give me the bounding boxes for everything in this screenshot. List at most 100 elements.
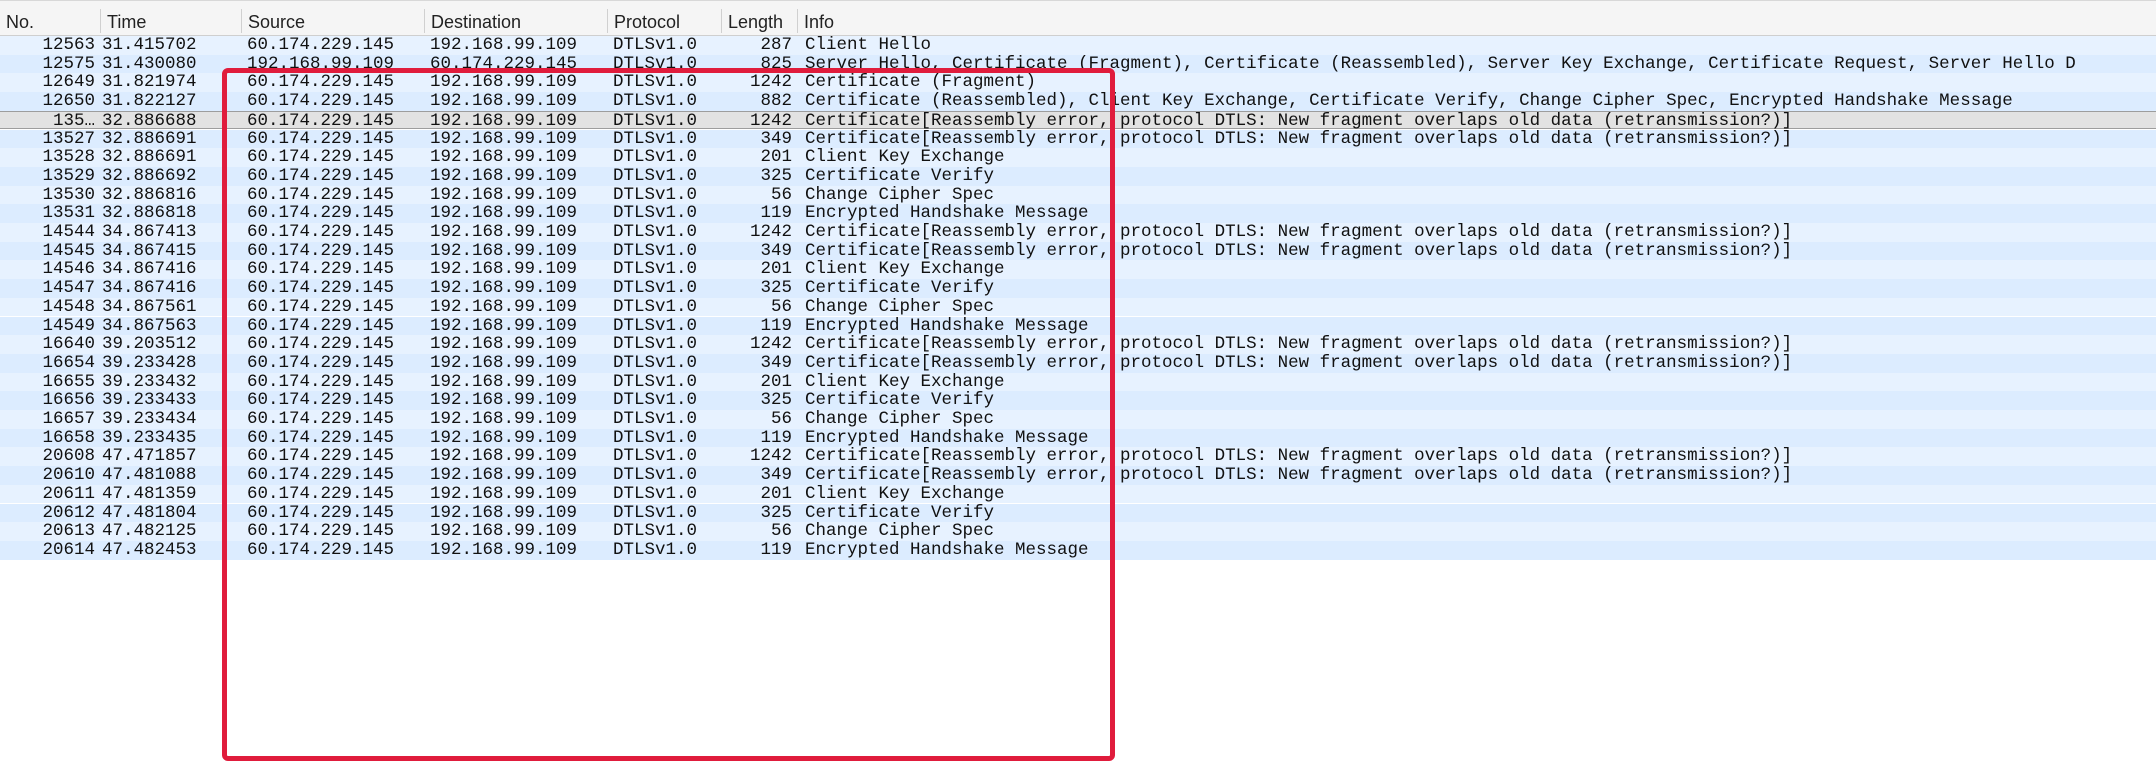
- packet-destination: 192.168.99.109: [430, 166, 578, 186]
- packet-protocol: DTLSv1.0: [613, 36, 698, 55]
- packet-length: 119: [760, 540, 792, 560]
- packet-number: 135…: [52, 111, 95, 131]
- packet-length: 349: [760, 353, 792, 373]
- packet-row[interactable]: 14546 34.867416 60.174.229.145 192.168.99.1…: [0, 260, 2156, 280]
- packet-info: Certificate Verify: [805, 166, 995, 186]
- packet-destination: 192.168.99.109: [430, 185, 578, 205]
- packet-source: 60.174.229.145: [247, 166, 395, 186]
- packet-protocol: DTLSv1.0: [613, 316, 698, 336]
- packet-destination: 192.168.99.109: [430, 260, 578, 280]
- packet-row[interactable]: 16657 39.233434 60.174.229.145 192.168.99.1…: [0, 410, 2156, 429]
- packet-number: 20611: [42, 484, 95, 504]
- packet-number: 13529: [42, 166, 95, 186]
- packet-row[interactable]: 16655 39.233432 60.174.229.145 192.168.99.1…: [0, 372, 2156, 392]
- column-header-destination[interactable]: Destination: [425, 1, 605, 36]
- packet-destination: 192.168.99.109: [430, 111, 578, 131]
- packet-time: 32.886818: [102, 204, 197, 223]
- packet-number: 20612: [42, 503, 95, 523]
- packet-row[interactable]: 14545 34.867415 60.174.229.145 192.168.99.1…: [0, 241, 2156, 261]
- packet-number: 20610: [42, 466, 95, 485]
- column-header-source[interactable]: Source: [242, 1, 422, 36]
- packet-time: 34.867416: [102, 260, 197, 280]
- packet-source: 60.174.229.145: [247, 410, 395, 429]
- packet-row[interactable]: 13528 32.886691 60.174.229.145 192.168.99.1…: [0, 148, 2156, 167]
- column-header-time[interactable]: Time: [101, 1, 241, 36]
- packet-length: 882: [760, 92, 792, 111]
- packet-source: 60.174.229.145: [247, 260, 395, 280]
- packet-length: 201: [760, 260, 792, 280]
- packet-info: Certificate[Reassembly error, protocol D…: [805, 223, 1793, 242]
- packet-number: 14547: [42, 279, 95, 298]
- packet-row[interactable]: 16656 39.233433 60.174.229.145 192.168.99.1…: [0, 391, 2156, 410]
- packet-row[interactable]: 12575 31.430080 192.168.99.109 60.174.229.1…: [0, 54, 2156, 74]
- packet-info: Certificate[Reassembly error, protocol D…: [805, 111, 1793, 131]
- packet-time: 34.867413: [102, 223, 197, 242]
- packet-row-selected[interactable]: 135… 32.886688 60.174.229.145 192.168.99.10…: [0, 110, 2156, 131]
- packet-time: 47.481804: [102, 503, 197, 523]
- packet-length: 1242: [749, 447, 792, 467]
- packet-row[interactable]: 14548 34.867561 60.174.229.145 192.168.99.1…: [0, 297, 2156, 317]
- packet-number: 16658: [42, 428, 95, 448]
- packet-protocol: DTLSv1.0: [613, 540, 698, 560]
- packet-row[interactable]: 20614 47.482453 60.174.229.145 192.168.99.1…: [0, 540, 2156, 560]
- packet-source: 60.174.229.145: [247, 148, 395, 167]
- packet-number: 20614: [42, 540, 95, 560]
- column-header-no[interactable]: No.: [0, 1, 100, 36]
- packet-source: 60.174.229.145: [247, 92, 395, 111]
- packet-row[interactable]: 20611 47.481359 60.174.229.145 192.168.99.1…: [0, 484, 2156, 504]
- packet-length: 325: [760, 279, 792, 298]
- packet-source: 60.174.229.145: [247, 36, 395, 55]
- packet-row[interactable]: 13530 32.886816 60.174.229.145 192.168.99.1…: [0, 185, 2156, 205]
- packet-source: 60.174.229.145: [247, 391, 395, 410]
- packet-length: 287: [760, 36, 792, 55]
- column-header-protocol[interactable]: Protocol: [608, 1, 720, 36]
- packet-row[interactable]: 16654 39.233428 60.174.229.145 192.168.99.1…: [0, 353, 2156, 373]
- packet-number: 13531: [42, 204, 95, 223]
- packet-time: 39.233433: [102, 391, 197, 410]
- packet-row[interactable]: 13529 32.886692 60.174.229.145 192.168.99.1…: [0, 166, 2156, 186]
- packet-info: Encrypted Handshake Message: [805, 540, 1089, 560]
- packet-destination: 192.168.99.109: [430, 428, 578, 448]
- packet-row[interactable]: 20608 47.471857 60.174.229.145 192.168.99.1…: [0, 447, 2156, 467]
- column-header-info[interactable]: Info: [798, 1, 2156, 36]
- packet-row[interactable]: 20610 47.481088 60.174.229.145 192.168.99.1…: [0, 466, 2156, 485]
- packet-protocol: DTLSv1.0: [613, 73, 698, 93]
- packet-row[interactable]: 16640 39.203512 60.174.229.145 192.168.99.1…: [0, 335, 2156, 354]
- packet-source: 60.174.229.145: [247, 503, 395, 523]
- packet-number: 13528: [42, 148, 95, 167]
- packet-row[interactable]: 14544 34.867413 60.174.229.145 192.168.99.1…: [0, 223, 2156, 242]
- packet-time: 47.482453: [102, 540, 197, 560]
- packet-row[interactable]: 14547 34.867416 60.174.229.145 192.168.99.1…: [0, 279, 2156, 298]
- packet-source: 60.174.229.145: [247, 428, 395, 448]
- packet-info: Certificate Verify: [805, 391, 995, 410]
- packet-row[interactable]: 16658 39.233435 60.174.229.145 192.168.99.1…: [0, 428, 2156, 448]
- packet-time: 32.886688: [102, 111, 197, 131]
- packet-row[interactable]: 12649 31.821974 60.174.229.145 192.168.99.1…: [0, 73, 2156, 93]
- packet-destination: 192.168.99.109: [430, 410, 578, 429]
- packet-destination: 192.168.99.109: [430, 466, 578, 485]
- packet-row[interactable]: 20612 47.481804 60.174.229.145 192.168.99.1…: [0, 503, 2156, 523]
- packet-row[interactable]: 13531 32.886818 60.174.229.145 192.168.99.1…: [0, 204, 2156, 223]
- packet-protocol: DTLSv1.0: [613, 279, 698, 298]
- packet-destination: 192.168.99.109: [430, 36, 578, 55]
- packet-row[interactable]: 12563 31.415702 60.174.229.145 192.168.99.1…: [0, 36, 2156, 55]
- packet-source: 60.174.229.145: [247, 297, 395, 317]
- packet-destination: 192.168.99.109: [430, 73, 578, 93]
- column-header-length[interactable]: Length: [722, 1, 796, 36]
- packet-info: Certificate[Reassembly error, protocol D…: [805, 335, 1793, 354]
- packet-number: 12650: [42, 92, 95, 111]
- packet-row[interactable]: 12650 31.822127 60.174.229.145 192.168.99.1…: [0, 92, 2156, 111]
- packet-length: 201: [760, 484, 792, 504]
- packet-number: 16656: [42, 391, 95, 410]
- packet-source: 60.174.229.145: [247, 353, 395, 373]
- packet-info: Certificate[Reassembly error, protocol D…: [805, 129, 1793, 149]
- packet-list-header: No. Time Source Destination Protocol Len…: [0, 0, 2156, 36]
- packet-row[interactable]: 13527 32.886691 60.174.229.145 192.168.99.1…: [0, 129, 2156, 149]
- packet-number: 14545: [42, 241, 95, 261]
- packet-length: 1242: [749, 73, 792, 93]
- packet-info: Certificate Verify: [805, 503, 995, 523]
- packet-row[interactable]: 20613 47.482125 60.174.229.145 192.168.99.1…: [0, 522, 2156, 541]
- packet-row[interactable]: 14549 34.867563 60.174.229.145 192.168.99.1…: [0, 316, 2156, 336]
- packet-protocol: DTLSv1.0: [613, 92, 698, 111]
- packet-number: 14549: [42, 316, 95, 336]
